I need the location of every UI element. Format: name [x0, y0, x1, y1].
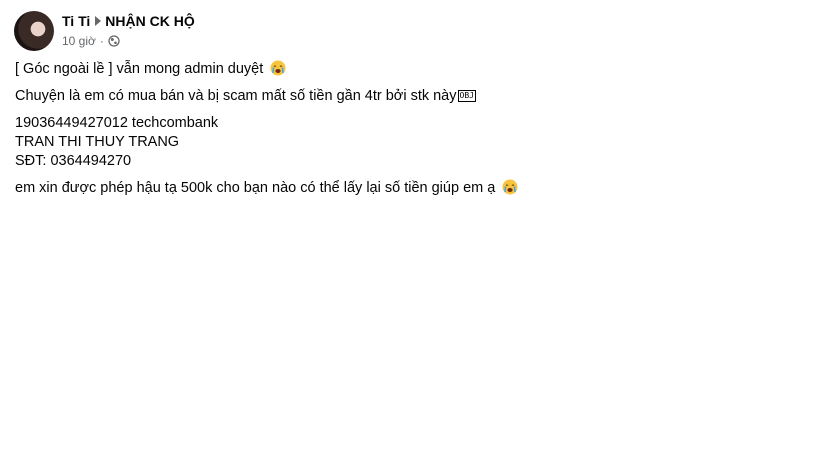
- post-body: [ Góc ngoài lề ] vẫn mong admin duyệt Ch…: [15, 60, 801, 198]
- post-line-4: TRAN THI THUY TRANG: [15, 134, 180, 150]
- arrow-right-icon: [95, 16, 102, 26]
- author-line: Ti Ti NHẬN CK HỘ: [62, 11, 195, 31]
- post-subline: 10 giờ ·: [62, 33, 195, 49]
- group-name[interactable]: NHẬN CK HỘ: [105, 11, 194, 31]
- post-line-3: 19036449427012 techcombank: [15, 115, 219, 131]
- post-line-1: [ Góc ngoài lề ] vẫn mong admin duyệt: [15, 60, 801, 79]
- post-line-1-text: [ Góc ngoài lề ] vẫn mong admin duyệt: [15, 61, 264, 77]
- crying-face-emoji-icon: [502, 179, 518, 195]
- post-line-2: Chuyện là em có mua bán và bị scam mất s…: [15, 87, 801, 106]
- dot-separator: ·: [99, 34, 104, 48]
- post-line-6: em xin được phép hậu tạ 500k cho bạn nào…: [15, 179, 801, 198]
- author-name[interactable]: Ti Ti: [62, 11, 90, 31]
- author-avatar[interactable]: [14, 11, 54, 51]
- post-line-5: SĐT: 0364494270: [15, 153, 132, 169]
- facebook-post: Ti Ti NHẬN CK HỘ 10 giờ · [ Góc ngoài lề…: [0, 0, 816, 460]
- globe-icon[interactable]: [108, 35, 120, 47]
- object-placeholder-icon: OBJ: [457, 90, 476, 102]
- post-line-2-text: Chuyện là em có mua bán và bị scam mất s…: [15, 88, 457, 104]
- post-meta: Ti Ti NHẬN CK HỘ 10 giờ ·: [62, 11, 195, 49]
- post-timestamp[interactable]: 10 giờ: [62, 33, 96, 49]
- post-header: Ti Ti NHẬN CK HỘ 10 giờ ·: [14, 11, 195, 51]
- post-line-6-text: em xin được phép hậu tạ 500k cho bạn nào…: [15, 180, 496, 196]
- crying-face-emoji-icon: [270, 60, 286, 76]
